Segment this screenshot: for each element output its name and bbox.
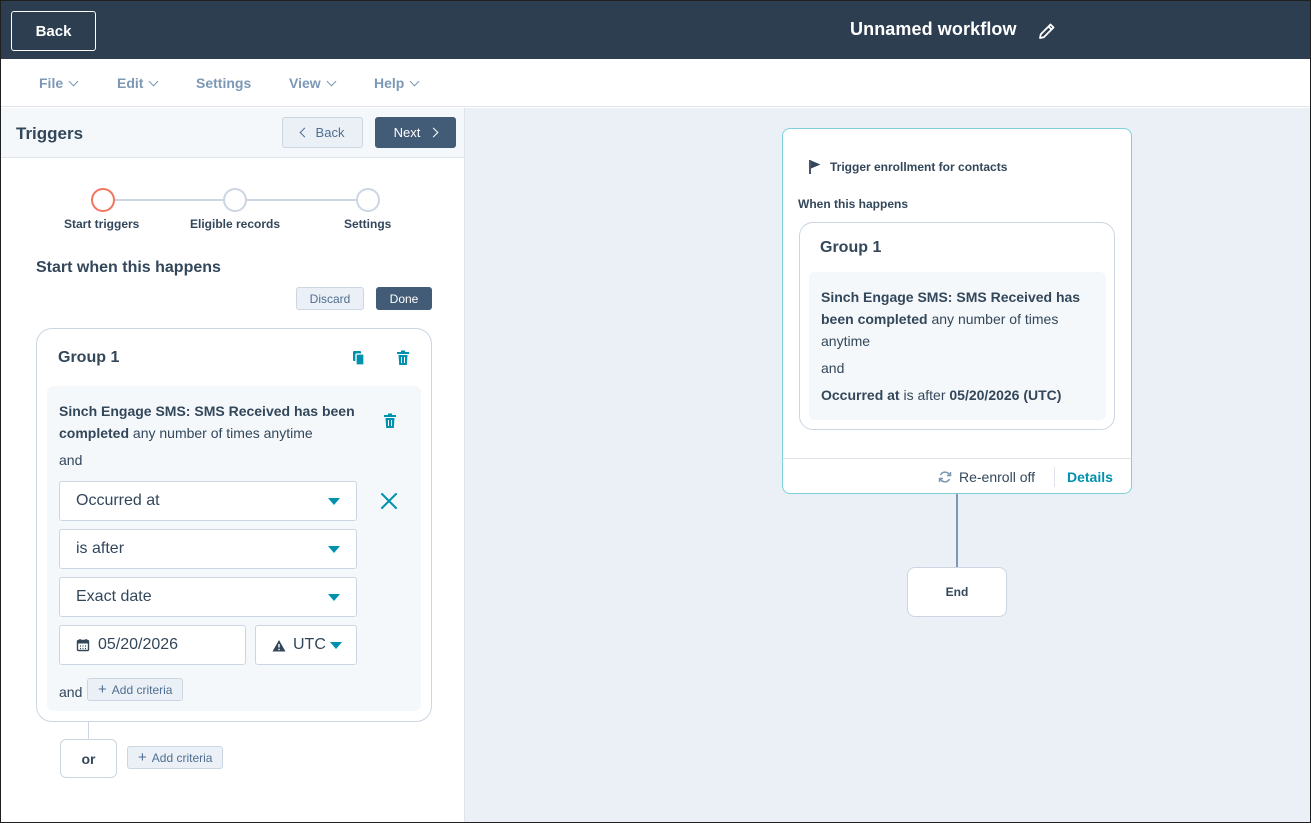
date-input[interactable]: 05/20/2026 — [59, 625, 246, 665]
trigger-header: Trigger enrollment for contacts — [808, 159, 1007, 175]
step-label: Settings — [344, 217, 392, 231]
footer-divider — [1054, 467, 1055, 487]
and-label: and — [59, 452, 83, 468]
canvas-occurred-property: Occurred at — [821, 387, 900, 403]
canvas-occurred-date: 05/20/2026 (UTC) — [949, 387, 1062, 403]
chevron-down-icon — [326, 76, 337, 86]
trash-icon[interactable] — [394, 349, 412, 367]
caret-down-icon — [328, 594, 340, 601]
menu-settings-label: Settings — [196, 75, 252, 91]
panel-header: Triggers Back Next — [1, 108, 464, 158]
canvas-occurred-text: Occurred at is after 05/20/2026 (UTC) — [821, 387, 1061, 403]
step-label: Start triggers — [64, 217, 140, 231]
canvas-occurred-operator: is after — [899, 387, 950, 403]
refresh-icon — [938, 471, 952, 483]
when-label: When this happens — [798, 197, 909, 211]
workflow-canvas[interactable]: Trigger enrollment for contacts When thi… — [465, 108, 1310, 822]
panel-title: Triggers — [16, 124, 84, 143]
menu-bar: File Edit Settings View Help — [1, 59, 1310, 107]
step-settings[interactable] — [356, 188, 380, 212]
trash-icon[interactable] — [381, 412, 399, 430]
operator-select-value: is after — [76, 540, 125, 557]
operator-select[interactable]: is after — [59, 529, 357, 569]
panel-back-label: Back — [315, 125, 345, 140]
flag-icon — [809, 160, 821, 174]
triggers-panel: Triggers Back Next Start triggers Eligib… — [1, 108, 465, 822]
workflow-title[interactable]: Unnamed workflow — [850, 19, 1017, 40]
canvas-group-card: Group 1 Sinch Engage SMS: SMS Received h… — [799, 222, 1115, 430]
chevron-down-icon — [149, 76, 159, 86]
trigger-card[interactable]: Trigger enrollment for contacts When thi… — [782, 128, 1132, 494]
menu-settings[interactable]: Settings — [196, 75, 251, 91]
section-title: Start when this happens — [36, 259, 221, 276]
calendar-icon — [76, 639, 90, 652]
trigger-card-footer: Re-enroll off Details — [783, 458, 1131, 494]
menu-help-label: Help — [374, 75, 405, 91]
add-criteria-button[interactable]: + Add criteria — [87, 678, 184, 701]
canvas-criteria-text: Sinch Engage SMS: SMS Received has been … — [821, 286, 1091, 352]
chevron-right-icon — [428, 127, 439, 138]
top-bar: Back Unnamed workflow — [1, 1, 1310, 59]
flow-connector — [956, 494, 958, 568]
caret-down-icon — [328, 498, 340, 505]
caret-down-icon — [328, 546, 340, 553]
step-connector — [115, 199, 223, 201]
menu-view[interactable]: View — [289, 75, 337, 91]
step-label: Eligible records — [190, 217, 281, 231]
criteria-box: Sinch Engage SMS: SMS Received has been … — [47, 386, 421, 711]
chevron-left-icon — [299, 127, 309, 138]
plus-icon: + — [138, 748, 147, 766]
panel-next-label: Next — [393, 125, 421, 140]
timezone-select[interactable]: UTC — [255, 625, 357, 665]
and-label: and — [59, 684, 83, 700]
step-eligible-records[interactable] — [223, 188, 247, 212]
or-connector — [88, 722, 89, 740]
date-type-select[interactable]: Exact date — [59, 577, 357, 617]
menu-edit[interactable]: Edit — [117, 75, 159, 91]
panel-back-button[interactable]: Back — [282, 117, 363, 148]
step-start-triggers[interactable] — [91, 188, 115, 212]
done-button[interactable]: Done — [376, 287, 432, 310]
warning-icon — [272, 639, 286, 651]
add-criteria-group-button[interactable]: + Add criteria — [127, 746, 224, 769]
property-select-value: Occurred at — [76, 492, 160, 509]
plus-icon: + — [98, 680, 107, 698]
copy-icon[interactable] — [350, 349, 368, 367]
close-icon[interactable] — [380, 492, 398, 510]
canvas-criteria-box: Sinch Engage SMS: SMS Received has been … — [809, 272, 1106, 420]
property-select[interactable]: Occurred at — [59, 481, 357, 521]
add-criteria-label: Add criteria — [151, 750, 213, 765]
trigger-header-label: Trigger enrollment for contacts — [830, 160, 1008, 174]
date-value: 05/20/2026 — [98, 636, 179, 653]
back-button[interactable]: Back — [11, 11, 96, 51]
details-link[interactable]: Details — [1067, 469, 1113, 485]
chevron-down-icon — [68, 76, 79, 86]
date-type-select-value: Exact date — [76, 588, 152, 605]
canvas-and-label: and — [821, 360, 845, 376]
canvas-group-title: Group 1 — [820, 239, 882, 256]
reenroll-toggle[interactable]: Re-enroll off — [938, 469, 1035, 485]
app-window: Back Unnamed workflow File Edit Settings… — [0, 0, 1311, 823]
or-button[interactable]: or — [60, 739, 117, 778]
menu-help[interactable]: Help — [374, 75, 420, 91]
menu-view-label: View — [289, 75, 321, 91]
timezone-value: UTC — [293, 636, 326, 653]
panel-next-button[interactable]: Next — [375, 117, 456, 148]
group-title: Group 1 — [58, 349, 120, 366]
menu-edit-label: Edit — [117, 75, 144, 91]
add-criteria-label: Add criteria — [111, 682, 173, 697]
menu-file-label: File — [39, 75, 64, 91]
caret-down-icon — [330, 642, 342, 649]
criteria-frequency: any number of times anytime — [129, 425, 313, 441]
pencil-icon[interactable] — [1037, 21, 1057, 41]
reenroll-label: Re-enroll off — [959, 469, 1036, 485]
group-card: Group 1 Sinch Engage SMS: SMS Received h… — [36, 328, 432, 722]
end-node[interactable]: End — [907, 567, 1007, 617]
criteria-text: Sinch Engage SMS: SMS Received has been … — [59, 400, 379, 444]
chevron-down-icon — [409, 76, 420, 86]
step-connector — [247, 199, 356, 201]
discard-button[interactable]: Discard — [296, 287, 364, 310]
menu-file[interactable]: File — [39, 75, 79, 91]
